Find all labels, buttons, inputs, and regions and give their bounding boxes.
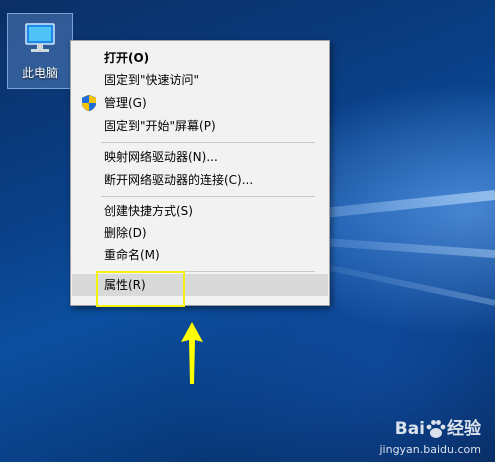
menu-item-label: 断开网络驱动器的连接(C)... — [104, 173, 254, 187]
menu-item-map-network-drive[interactable]: 映射网络驱动器(N)... — [72, 146, 328, 168]
this-pc-desktop-icon[interactable]: 此电脑 — [7, 13, 73, 89]
watermark-brand: Bai — [394, 419, 425, 439]
context-menu: 打开(O) 固定到"快速访问" 管理(G) 固定到"开始"屏幕(P) 映射网络驱… — [70, 40, 330, 306]
uac-shield-icon — [82, 95, 96, 111]
watermark-brand-suffix: 经验 — [447, 419, 481, 439]
annotation-up-arrow-icon — [181, 322, 203, 384]
menu-item-delete[interactable]: 删除(D) — [72, 222, 328, 244]
baidu-paw-icon — [426, 420, 446, 438]
menu-separator — [101, 142, 315, 143]
menu-item-label: 创建快捷方式(S) — [104, 204, 193, 218]
menu-item-label: 管理(G) — [104, 96, 147, 110]
desktop-icon-label: 此电脑 — [21, 66, 58, 80]
computer-icon — [25, 23, 55, 52]
desktop: 此电脑 打开(O) 固定到"快速访问" 管理(G) 固定到"开始"屏幕(P) 映… — [0, 0, 495, 462]
menu-item-label: 删除(D) — [104, 226, 147, 240]
menu-item-label: 固定到"开始"屏幕(P) — [104, 119, 216, 133]
menu-item-label: 固定到"快速访问" — [104, 73, 200, 87]
menu-item-label: 重命名(M) — [104, 248, 160, 262]
menu-item-label: 打开(O) — [104, 51, 150, 65]
watermark-url: jingyan.baidu.com — [379, 443, 481, 456]
menu-item-open[interactable]: 打开(O) — [72, 47, 328, 69]
menu-item-rename[interactable]: 重命名(M) — [72, 244, 328, 266]
annotation-highlight-box — [96, 271, 185, 307]
menu-item-disconnect-network-drive[interactable]: 断开网络驱动器的连接(C)... — [72, 169, 328, 191]
menu-item-pin-quick-access[interactable]: 固定到"快速访问" — [72, 69, 328, 91]
baidu-jingyan-watermark: Bai 经验 — [395, 414, 481, 440]
menu-item-create-shortcut[interactable]: 创建快捷方式(S) — [72, 200, 328, 222]
menu-item-label: 映射网络驱动器(N)... — [104, 150, 218, 164]
menu-item-pin-start[interactable]: 固定到"开始"屏幕(P) — [72, 115, 328, 137]
menu-separator — [101, 196, 315, 197]
menu-item-manage[interactable]: 管理(G) — [72, 92, 328, 114]
